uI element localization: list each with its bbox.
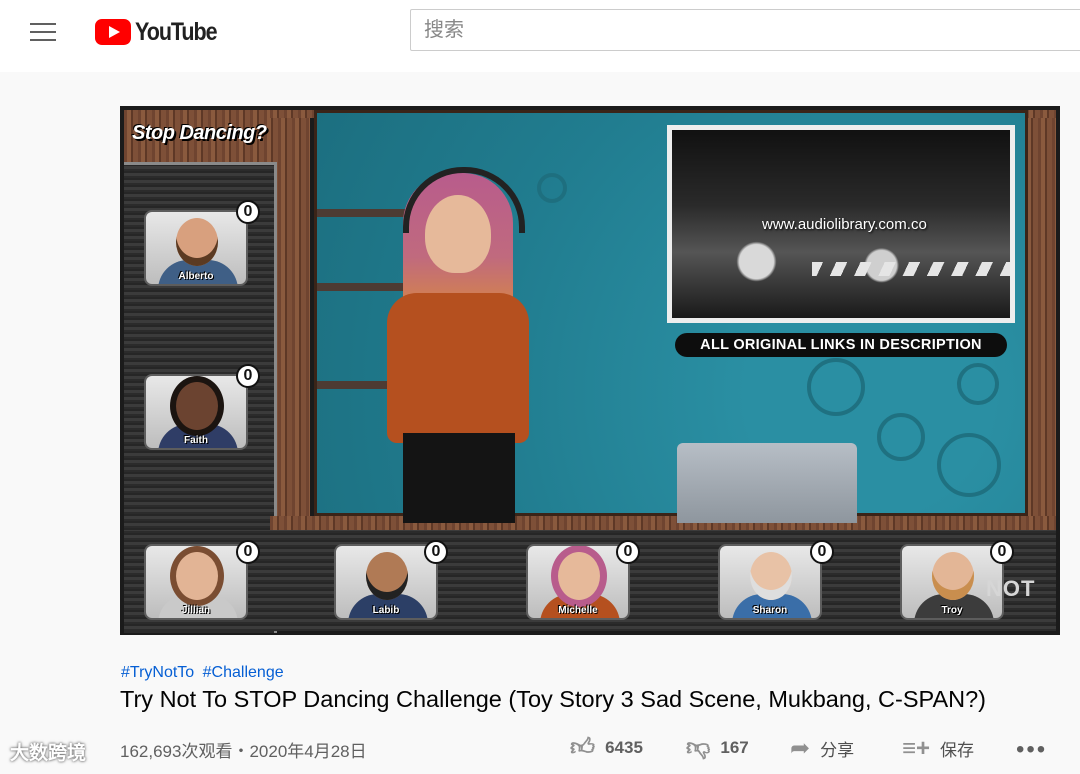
channel-watermark: NOT (986, 576, 1036, 601)
inset-url-text: www.audiolibrary.com.co (762, 216, 927, 233)
decor-circle (957, 363, 999, 405)
show-title: Stop Dancing? (132, 122, 267, 144)
score-badge: 0 (236, 364, 260, 388)
links-banner: ALL ORIGINAL LINKS IN DESCRIPTION (675, 333, 1007, 357)
contestant-card: Jillian (144, 544, 248, 620)
youtube-play-icon (95, 19, 131, 45)
overlay-watermark: 大数跨境 (10, 743, 87, 764)
save-label: 保存 (940, 741, 975, 760)
logo-text: YouTube (135, 17, 218, 46)
score-badge: 0 (424, 540, 448, 564)
contestant-card: Michelle (526, 544, 630, 620)
contestant-name: Labib (372, 605, 400, 616)
dislike-button[interactable]: 👎︎ 167 (686, 736, 749, 760)
action-bar: 👍︎ 6435 👎︎ 167 ➦ 分享 ≡+ 保存 ••• (0, 736, 1080, 766)
like-button[interactable]: 👍︎ 6435 (570, 736, 643, 760)
wood-panel (1024, 110, 1056, 528)
wood-panel (270, 516, 1056, 530)
decor-circle (807, 358, 865, 416)
video-player[interactable]: Stop Dancing? www.audiolibrary.com.co AL… (120, 106, 1060, 635)
youtube-logo[interactable]: YouTube (95, 17, 230, 47)
hashtags: #TryNotTo #Challenge (121, 664, 288, 682)
thumbs-down-icon: 👎︎ (686, 734, 711, 761)
thumbs-up-icon: 👍︎ (570, 734, 596, 761)
contestant-card: Faith (144, 374, 248, 450)
decor-circle (877, 413, 925, 461)
score-badge: 0 (236, 200, 260, 224)
share-label: 分享 (820, 741, 855, 760)
hashtag-link[interactable]: #TryNotTo (121, 664, 194, 681)
score-badge: 0 (236, 540, 260, 564)
like-count: 6435 (605, 738, 643, 757)
contestant-name: Jillian (181, 605, 211, 616)
playlist-add-icon: ≡+ (902, 734, 931, 762)
video-title: Try Not To STOP Dancing Challenge (Toy S… (120, 686, 986, 712)
contestant-name: Faith (184, 435, 208, 446)
score-badge: 0 (616, 540, 640, 564)
more-actions-icon[interactable]: ••• (1016, 736, 1047, 764)
score-badge: 0 (990, 540, 1014, 564)
decor-circle (937, 433, 1001, 497)
search-input[interactable] (410, 9, 1080, 51)
inset-video: www.audiolibrary.com.co (667, 125, 1015, 323)
contestant-name: Alberto (178, 271, 214, 282)
video-scene: www.audiolibrary.com.co ALL ORIGINAL LIN… (314, 110, 1028, 523)
contestant-card: Labib (334, 544, 438, 620)
contestant-card: Sharon (718, 544, 822, 620)
share-arrow-icon: ➦ (790, 734, 811, 762)
dislike-count: 167 (720, 738, 749, 757)
hamburger-menu-icon[interactable] (30, 23, 56, 41)
dancer (373, 153, 543, 523)
share-button[interactable]: ➦ 分享 (790, 736, 854, 761)
contestant-name: Troy (941, 605, 963, 616)
score-badge: 0 (810, 540, 834, 564)
contestant-card: Alberto (144, 210, 248, 286)
hashtag-link[interactable]: #Challenge (203, 664, 284, 681)
laptop (677, 443, 857, 523)
save-button[interactable]: ≡+ 保存 (902, 736, 974, 761)
contestant-name: Sharon (752, 605, 788, 616)
contestant-name: Michelle (558, 605, 598, 616)
masthead: YouTube (0, 0, 1080, 72)
